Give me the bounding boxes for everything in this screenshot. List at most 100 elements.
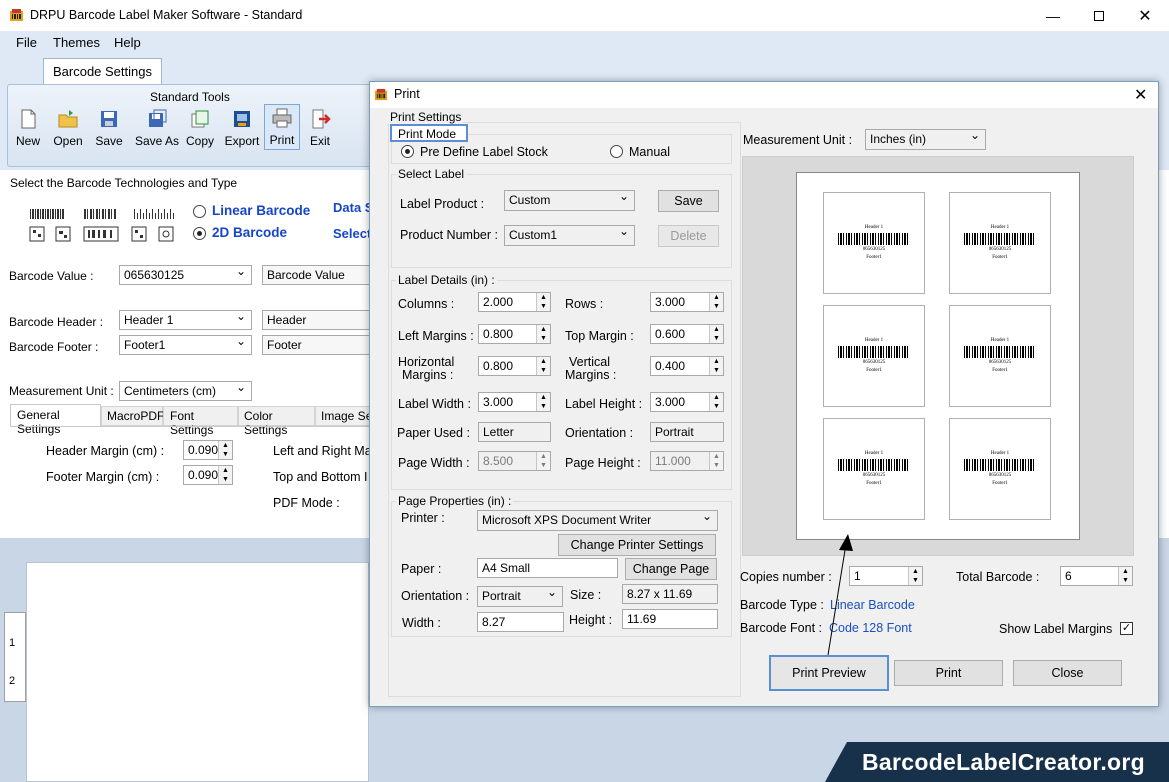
footer-margin-spinner[interactable]: ▲ ▼ bbox=[218, 466, 232, 484]
header-margin-input[interactable]: 0.090 ▲ ▼ bbox=[183, 440, 233, 460]
print-label: Print bbox=[269, 133, 295, 147]
copy-button[interactable]: Copy bbox=[177, 106, 223, 148]
barcode-value-button[interactable]: Barcode Value bbox=[262, 265, 380, 285]
close-window-button[interactable]: ✕ bbox=[1122, 0, 1168, 31]
columns-spinner[interactable]: ▲ ▼ bbox=[536, 293, 550, 311]
save-label-button[interactable]: Save bbox=[658, 190, 719, 212]
measurement-unit-text: Centimeters (cm) bbox=[124, 384, 217, 398]
new-document-icon bbox=[21, 109, 36, 129]
2d-barcode-radio[interactable] bbox=[193, 227, 206, 240]
delete-label-button[interactable]: Delete bbox=[658, 225, 719, 247]
left-margins-input[interactable]: 0.800 ▲ ▼ bbox=[478, 324, 551, 344]
print-preview-button[interactable]: Print Preview bbox=[769, 655, 889, 691]
vertical-margins-value: 0.400 bbox=[655, 359, 686, 373]
preview-barcode bbox=[964, 233, 1036, 245]
change-page-button[interactable]: Change Page bbox=[625, 558, 717, 580]
printer-combo[interactable]: Microsoft XPS Document Writer bbox=[477, 510, 718, 531]
tab-macropdf[interactable]: MacroPDF bbox=[101, 406, 164, 426]
label-height-input[interactable]: 3.000 ▲ ▼ bbox=[650, 392, 724, 412]
show-label-margins-checkbox[interactable]: ✓ bbox=[1120, 622, 1133, 635]
height-field[interactable]: 11.69 bbox=[622, 609, 718, 629]
menu-file[interactable]: File bbox=[16, 35, 37, 50]
printer-icon bbox=[272, 108, 292, 128]
minimize-button[interactable]: — bbox=[1030, 0, 1076, 31]
label-width-input[interactable]: 3.000 ▲ ▼ bbox=[478, 392, 551, 412]
save-label-button-text: Save bbox=[674, 194, 703, 208]
horizontal-margins-spinner[interactable]: ▲ ▼ bbox=[536, 357, 550, 375]
print-button[interactable]: Print bbox=[264, 104, 300, 150]
label-product-label: Label Product : bbox=[400, 197, 485, 211]
page-orientation-combo[interactable]: Portrait bbox=[477, 586, 563, 607]
open-button[interactable]: Open bbox=[45, 106, 91, 148]
tab-barcode-settings[interactable]: Barcode Settings bbox=[43, 58, 162, 84]
2d-barcode-label: 2D Barcode bbox=[212, 225, 288, 240]
tab-color-settings[interactable]: Color Settings bbox=[238, 406, 315, 437]
exit-button[interactable]: Exit bbox=[299, 106, 341, 148]
top-margin-spinner[interactable]: ▲ ▼ bbox=[709, 325, 723, 343]
vertical-margins-spinner[interactable]: ▲ ▼ bbox=[709, 357, 723, 375]
save-button[interactable]: Save bbox=[86, 106, 132, 148]
print-dialog-close-button[interactable]: Close bbox=[1013, 660, 1122, 686]
print-dialog-print-button[interactable]: Print bbox=[894, 660, 1003, 686]
rows-input[interactable]: 3.000 ▲ ▼ bbox=[650, 292, 724, 312]
orientation-label: Orientation : bbox=[565, 426, 634, 440]
rows-spinner[interactable]: ▲ ▼ bbox=[709, 293, 723, 311]
tab-general-settings[interactable]: General Settings bbox=[10, 404, 101, 436]
preview-label-footer: Footer1 bbox=[866, 368, 882, 373]
save-as-button[interactable]: Save As bbox=[133, 106, 181, 148]
measurement-unit-dialog-combo[interactable]: Inches (in) bbox=[865, 129, 986, 150]
copies-number-spinner[interactable]: ▲ ▼ bbox=[908, 567, 922, 585]
width-field[interactable]: 8.27 bbox=[477, 612, 564, 632]
left-right-margin-label: Left and Right Ma bbox=[273, 444, 372, 458]
total-barcode-input[interactable]: 6 ▲ ▼ bbox=[1060, 566, 1133, 586]
paper-field[interactable]: A4 Small bbox=[477, 558, 618, 578]
barcode-value-combo[interactable]: 065630125 bbox=[119, 265, 252, 285]
print-dialog-print-text: Print bbox=[935, 666, 962, 680]
columns-label: Columns : bbox=[398, 297, 455, 311]
annotation-arrow bbox=[827, 534, 853, 656]
tab-font-settings[interactable]: Font Settings bbox=[163, 406, 238, 437]
measurement-unit-combo[interactable]: Centimeters (cm) bbox=[119, 381, 252, 401]
horizontal-margins-input[interactable]: 0.800 ▲ ▼ bbox=[478, 356, 551, 376]
columns-input[interactable]: 2.000 ▲ ▼ bbox=[478, 292, 551, 312]
ruler-mark-1: 1 bbox=[9, 637, 16, 649]
barcode-footer-combo[interactable]: Footer1 bbox=[119, 335, 252, 355]
title-bar: DRPU Barcode Label Maker Software - Stan… bbox=[0, 0, 1169, 31]
product-number-combo[interactable]: Custom1 bbox=[504, 225, 635, 246]
label-height-spinner[interactable]: ▲ ▼ bbox=[709, 393, 723, 411]
header-margin-spinner[interactable]: ▲ ▼ bbox=[218, 441, 232, 459]
change-printer-settings-button[interactable]: Change Printer Settings bbox=[558, 534, 716, 556]
vertical-margins-input[interactable]: 0.400 ▲ ▼ bbox=[650, 356, 724, 376]
exit-label: Exit bbox=[309, 134, 330, 148]
label-width-value: 3.000 bbox=[483, 395, 514, 409]
barcode-header-combo[interactable]: Header 1 bbox=[119, 310, 252, 330]
vertical-ruler: 1 2 bbox=[4, 612, 26, 702]
export-icon bbox=[234, 111, 250, 127]
label-width-spinner[interactable]: ▲ ▼ bbox=[536, 393, 550, 411]
top-margin-input[interactable]: 0.600 ▲ ▼ bbox=[650, 324, 724, 344]
footer-button[interactable]: Footer bbox=[262, 335, 380, 355]
export-button[interactable]: Export bbox=[219, 106, 265, 148]
left-margins-spinner[interactable]: ▲ ▼ bbox=[536, 325, 550, 343]
predefine-label-stock-radio[interactable] bbox=[401, 145, 414, 158]
barcode-header-text: Header 1 bbox=[124, 313, 174, 327]
size-field: 8.27 x 11.69 bbox=[622, 584, 718, 604]
page-width-value: 8.500 bbox=[483, 454, 514, 468]
barcode-type-icons bbox=[29, 209, 174, 242]
print-preview-text: Print Preview bbox=[792, 666, 866, 680]
total-barcode-spinner[interactable]: ▲ ▼ bbox=[1118, 567, 1132, 585]
menu-help[interactable]: Help bbox=[114, 35, 141, 50]
linear-barcode-radio[interactable] bbox=[193, 205, 206, 218]
maximize-button[interactable] bbox=[1076, 0, 1122, 31]
select-label-group bbox=[391, 174, 732, 268]
header-button[interactable]: Header bbox=[262, 310, 380, 330]
label-product-combo[interactable]: Custom bbox=[504, 190, 635, 211]
footer-margin-input[interactable]: 0.090 ▲ ▼ bbox=[183, 465, 233, 485]
design-canvas[interactable] bbox=[26, 562, 369, 782]
dialog-close-icon[interactable]: ✕ bbox=[1134, 85, 1147, 105]
copies-number-input[interactable]: 1 ▲ ▼ bbox=[849, 566, 923, 586]
manual-radio[interactable] bbox=[610, 145, 623, 158]
menu-themes[interactable]: Themes bbox=[53, 35, 100, 50]
preview-label-footer: Footer1 bbox=[866, 481, 882, 486]
tab-font-settings-label: Font Settings bbox=[170, 409, 214, 437]
